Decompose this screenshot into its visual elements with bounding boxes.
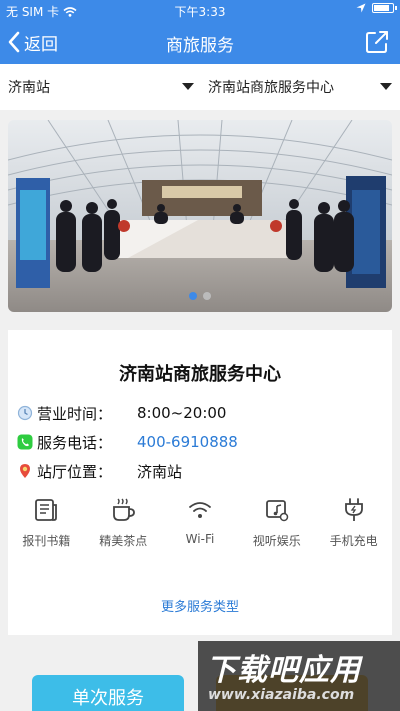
service-label: 报刊书籍 xyxy=(22,534,71,548)
dropdown-arrow-icon xyxy=(380,83,392,90)
filter-bar: 济南站 济南站商旅服务中心 xyxy=(0,64,400,110)
back-button[interactable]: 返回 xyxy=(6,28,58,56)
phone-number-link[interactable]: 400-6910888 xyxy=(137,433,238,451)
more-services-link[interactable]: 更多服务类型 xyxy=(8,596,392,615)
coffee-cup-icon xyxy=(113,498,136,521)
service-center-card: 济南站商旅服务中心 营业时间： 8:00~20:00 服务电话： 400-691… xyxy=(8,330,392,635)
single-service-button[interactable]: 单次服务 xyxy=(32,675,184,711)
single-service-label: 单次服务 xyxy=(72,688,144,709)
location-value: 济南站 xyxy=(137,462,183,481)
dropdown-arrow-icon xyxy=(182,83,194,90)
station-selector[interactable]: 济南站 xyxy=(8,64,194,110)
service-center-selector[interactable]: 济南站商旅服务中心 xyxy=(208,64,392,110)
center-name: 济南站商旅服务中心 xyxy=(119,364,281,385)
hours-row: 营业时间： 8:00~20:00 xyxy=(17,402,226,424)
location-row: 站厅位置： 济南站 xyxy=(17,460,182,482)
phone-row: 服务电话： 400-6910888 xyxy=(17,431,238,453)
back-label: 返回 xyxy=(24,34,58,55)
service-tea[interactable]: 精美茶点 xyxy=(85,496,162,556)
phone-label: 服务电话： xyxy=(37,433,113,452)
watermark: 下载吧应用 www.xiazaiba.com xyxy=(198,641,400,711)
phone-icon xyxy=(17,434,33,450)
chevron-left-icon xyxy=(8,31,20,53)
wifi-icon xyxy=(189,502,211,518)
service-media[interactable]: 视听娱乐 xyxy=(238,496,315,556)
share-icon[interactable] xyxy=(364,29,390,55)
watermark-url: www.xiazaiba.com xyxy=(208,687,355,703)
watermark-title: 下载吧应用 xyxy=(206,653,361,688)
service-label: 精美茶点 xyxy=(99,534,148,548)
nav-bar: 返回 商旅服务 xyxy=(0,20,400,64)
page-title: 商旅服务 xyxy=(166,36,234,56)
service-label: Wi-Fi xyxy=(185,532,215,546)
status-time: 下午3:33 xyxy=(174,5,226,19)
hours-label: 营业时间： xyxy=(37,404,113,423)
banner-carousel[interactable] xyxy=(8,120,392,312)
service-wifi[interactable]: Wi-Fi xyxy=(162,496,239,556)
battery-icon xyxy=(372,3,397,13)
location-pin-icon xyxy=(20,464,30,478)
station-label: 济南站 xyxy=(8,80,50,96)
hours-value: 8:00~20:00 xyxy=(137,404,227,422)
location-label: 站厅位置： xyxy=(37,462,113,481)
status-bar: 无 SIM 卡 下午3:33 xyxy=(0,0,400,20)
media-icon xyxy=(265,500,289,522)
newspaper-icon xyxy=(35,499,58,521)
service-center-label: 济南站商旅服务中心 xyxy=(208,80,334,96)
clock-icon xyxy=(17,405,33,421)
service-label: 视听娱乐 xyxy=(252,534,301,548)
carousel-dot-active[interactable] xyxy=(189,292,197,300)
service-icons: 报刊书籍 精美茶点 Wi-Fi 视听娱乐 手机充电 xyxy=(8,496,392,556)
carousel-indicators xyxy=(8,292,392,300)
banner-photo xyxy=(8,120,392,312)
service-newspaper[interactable]: 报刊书籍 xyxy=(8,496,85,556)
carousel-dot[interactable] xyxy=(203,292,211,300)
location-arrow-icon xyxy=(356,3,366,13)
charging-plug-icon xyxy=(344,498,363,521)
service-charging[interactable]: 手机充电 xyxy=(315,496,392,556)
service-label: 手机充电 xyxy=(329,534,378,548)
